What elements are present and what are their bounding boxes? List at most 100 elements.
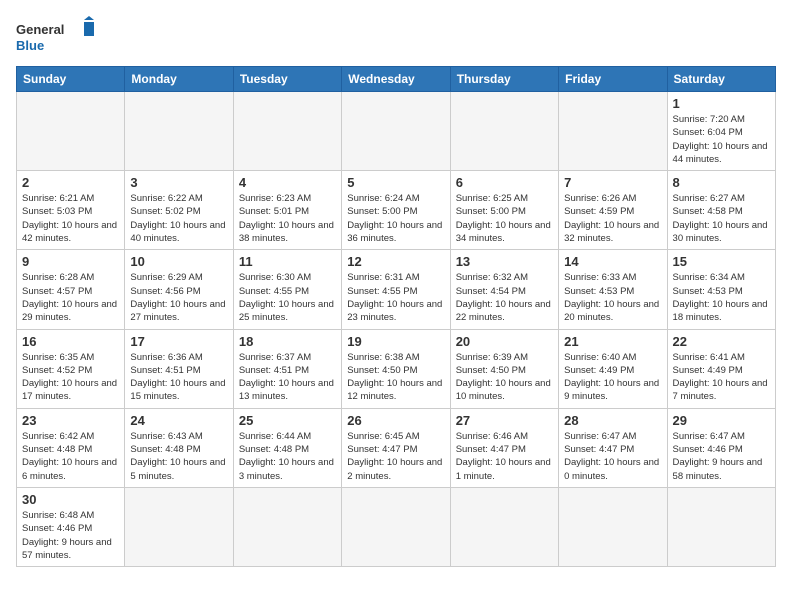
day-info: Sunrise: 6:30 AM Sunset: 4:55 PM Dayligh… — [239, 271, 336, 324]
day-info: Sunrise: 6:31 AM Sunset: 4:55 PM Dayligh… — [347, 271, 444, 324]
day-number: 28 — [564, 413, 661, 428]
calendar-day-cell: 30Sunrise: 6:48 AM Sunset: 4:46 PM Dayli… — [17, 487, 125, 566]
calendar-day-cell: 24Sunrise: 6:43 AM Sunset: 4:48 PM Dayli… — [125, 408, 233, 487]
calendar-day-cell: 6Sunrise: 6:25 AM Sunset: 5:00 PM Daylig… — [450, 171, 558, 250]
day-number: 9 — [22, 254, 119, 269]
calendar-day-cell — [342, 487, 450, 566]
calendar-week-row: 1 Sunrise: 7:20 AM Sunset: 6:04 PM Daylig… — [17, 92, 776, 171]
calendar-day-cell — [342, 92, 450, 171]
day-number: 27 — [456, 413, 553, 428]
day-info: Sunrise: 6:41 AM Sunset: 4:49 PM Dayligh… — [673, 351, 770, 404]
day-number: 8 — [673, 175, 770, 190]
day-number: 3 — [130, 175, 227, 190]
calendar-header-row: SundayMondayTuesdayWednesdayThursdayFrid… — [17, 67, 776, 92]
day-header-monday: Monday — [125, 67, 233, 92]
day-info: Sunrise: 6:47 AM Sunset: 4:46 PM Dayligh… — [673, 430, 770, 483]
day-info: Sunrise: 6:21 AM Sunset: 5:03 PM Dayligh… — [22, 192, 119, 245]
calendar-day-cell: 2 Sunrise: 6:21 AM Sunset: 5:03 PM Daylig… — [17, 171, 125, 250]
calendar-day-cell: 15 Sunrise: 6:34 AM Sunset: 4:53 PM Dayli… — [667, 250, 775, 329]
day-info: Sunrise: 6:25 AM Sunset: 5:00 PM Dayligh… — [456, 192, 553, 245]
day-number: 14 — [564, 254, 661, 269]
calendar-week-row: 30Sunrise: 6:48 AM Sunset: 4:46 PM Dayli… — [17, 487, 776, 566]
calendar-table: SundayMondayTuesdayWednesdayThursdayFrid… — [16, 66, 776, 567]
day-number: 18 — [239, 334, 336, 349]
day-number: 11 — [239, 254, 336, 269]
day-number: 16 — [22, 334, 119, 349]
calendar-day-cell: 7 Sunrise: 6:26 AM Sunset: 4:59 PM Daylig… — [559, 171, 667, 250]
day-number: 12 — [347, 254, 444, 269]
calendar-day-cell — [667, 487, 775, 566]
day-number: 25 — [239, 413, 336, 428]
calendar-day-cell — [450, 92, 558, 171]
day-number: 20 — [456, 334, 553, 349]
svg-text:General: General — [16, 22, 64, 37]
day-info: Sunrise: 6:34 AM Sunset: 4:53 PM Dayligh… — [673, 271, 770, 324]
day-info: Sunrise: 6:24 AM Sunset: 5:00 PM Dayligh… — [347, 192, 444, 245]
day-info: Sunrise: 6:45 AM Sunset: 4:47 PM Dayligh… — [347, 430, 444, 483]
calendar-week-row: 2 Sunrise: 6:21 AM Sunset: 5:03 PM Daylig… — [17, 171, 776, 250]
calendar-day-cell — [125, 487, 233, 566]
day-info: Sunrise: 6:37 AM Sunset: 4:51 PM Dayligh… — [239, 351, 336, 404]
calendar-day-cell: 26 Sunrise: 6:45 AM Sunset: 4:47 PM Dayli… — [342, 408, 450, 487]
calendar-day-cell: 17Sunrise: 6:36 AM Sunset: 4:51 PM Dayli… — [125, 329, 233, 408]
calendar-day-cell: 12 Sunrise: 6:31 AM Sunset: 4:55 PM Dayli… — [342, 250, 450, 329]
calendar-day-cell: 28Sunrise: 6:47 AM Sunset: 4:47 PM Dayli… — [559, 408, 667, 487]
calendar-day-cell: 1 Sunrise: 7:20 AM Sunset: 6:04 PM Daylig… — [667, 92, 775, 171]
svg-text:Blue: Blue — [16, 38, 44, 53]
calendar-day-cell — [233, 487, 341, 566]
day-header-tuesday: Tuesday — [233, 67, 341, 92]
day-info: Sunrise: 6:32 AM Sunset: 4:54 PM Dayligh… — [456, 271, 553, 324]
day-number: 4 — [239, 175, 336, 190]
calendar-day-cell — [233, 92, 341, 171]
day-header-sunday: Sunday — [17, 67, 125, 92]
day-number: 29 — [673, 413, 770, 428]
calendar-day-cell: 13 Sunrise: 6:32 AM Sunset: 4:54 PM Dayli… — [450, 250, 558, 329]
day-number: 10 — [130, 254, 227, 269]
calendar-week-row: 9 Sunrise: 6:28 AM Sunset: 4:57 PM Daylig… — [17, 250, 776, 329]
calendar-day-cell: 16Sunrise: 6:35 AM Sunset: 4:52 PM Dayli… — [17, 329, 125, 408]
calendar-day-cell: 10 Sunrise: 6:29 AM Sunset: 4:56 PM Dayli… — [125, 250, 233, 329]
day-info: Sunrise: 6:40 AM Sunset: 4:49 PM Dayligh… — [564, 351, 661, 404]
calendar-day-cell: 22Sunrise: 6:41 AM Sunset: 4:49 PM Dayli… — [667, 329, 775, 408]
day-number: 5 — [347, 175, 444, 190]
day-info: Sunrise: 6:29 AM Sunset: 4:56 PM Dayligh… — [130, 271, 227, 324]
calendar-day-cell: 14 Sunrise: 6:33 AM Sunset: 4:53 PM Dayli… — [559, 250, 667, 329]
day-info: Sunrise: 6:44 AM Sunset: 4:48 PM Dayligh… — [239, 430, 336, 483]
day-header-wednesday: Wednesday — [342, 67, 450, 92]
calendar-day-cell: 18 Sunrise: 6:37 AM Sunset: 4:51 PM Dayli… — [233, 329, 341, 408]
day-number: 15 — [673, 254, 770, 269]
day-info: Sunrise: 7:20 AM Sunset: 6:04 PM Dayligh… — [673, 113, 770, 166]
calendar-day-cell — [450, 487, 558, 566]
day-header-saturday: Saturday — [667, 67, 775, 92]
day-number: 26 — [347, 413, 444, 428]
day-info: Sunrise: 6:39 AM Sunset: 4:50 PM Dayligh… — [456, 351, 553, 404]
calendar-day-cell — [125, 92, 233, 171]
calendar-day-cell: 29 Sunrise: 6:47 AM Sunset: 4:46 PM Dayli… — [667, 408, 775, 487]
calendar-day-cell: 27 Sunrise: 6:46 AM Sunset: 4:47 PM Dayli… — [450, 408, 558, 487]
calendar-day-cell: 3 Sunrise: 6:22 AM Sunset: 5:02 PM Daylig… — [125, 171, 233, 250]
day-info: Sunrise: 6:33 AM Sunset: 4:53 PM Dayligh… — [564, 271, 661, 324]
day-info: Sunrise: 6:22 AM Sunset: 5:02 PM Dayligh… — [130, 192, 227, 245]
day-info: Sunrise: 6:43 AM Sunset: 4:48 PM Dayligh… — [130, 430, 227, 483]
day-info: Sunrise: 6:48 AM Sunset: 4:46 PM Dayligh… — [22, 509, 119, 562]
day-number: 2 — [22, 175, 119, 190]
day-number: 21 — [564, 334, 661, 349]
calendar-week-row: 16Sunrise: 6:35 AM Sunset: 4:52 PM Dayli… — [17, 329, 776, 408]
day-number: 23 — [22, 413, 119, 428]
calendar-day-cell: 20 Sunrise: 6:39 AM Sunset: 4:50 PM Dayli… — [450, 329, 558, 408]
day-info: Sunrise: 6:46 AM Sunset: 4:47 PM Dayligh… — [456, 430, 553, 483]
calendar-day-cell: 11 Sunrise: 6:30 AM Sunset: 4:55 PM Dayli… — [233, 250, 341, 329]
day-number: 7 — [564, 175, 661, 190]
day-info: Sunrise: 6:27 AM Sunset: 4:58 PM Dayligh… — [673, 192, 770, 245]
day-number: 13 — [456, 254, 553, 269]
day-info: Sunrise: 6:26 AM Sunset: 4:59 PM Dayligh… — [564, 192, 661, 245]
day-info: Sunrise: 6:23 AM Sunset: 5:01 PM Dayligh… — [239, 192, 336, 245]
calendar-day-cell: 4 Sunrise: 6:23 AM Sunset: 5:01 PM Daylig… — [233, 171, 341, 250]
day-header-thursday: Thursday — [450, 67, 558, 92]
day-header-friday: Friday — [559, 67, 667, 92]
day-number: 1 — [673, 96, 770, 111]
day-info: Sunrise: 6:28 AM Sunset: 4:57 PM Dayligh… — [22, 271, 119, 324]
logo-svg: General Blue — [16, 16, 96, 56]
day-info: Sunrise: 6:38 AM Sunset: 4:50 PM Dayligh… — [347, 351, 444, 404]
calendar-day-cell: 19Sunrise: 6:38 AM Sunset: 4:50 PM Dayli… — [342, 329, 450, 408]
